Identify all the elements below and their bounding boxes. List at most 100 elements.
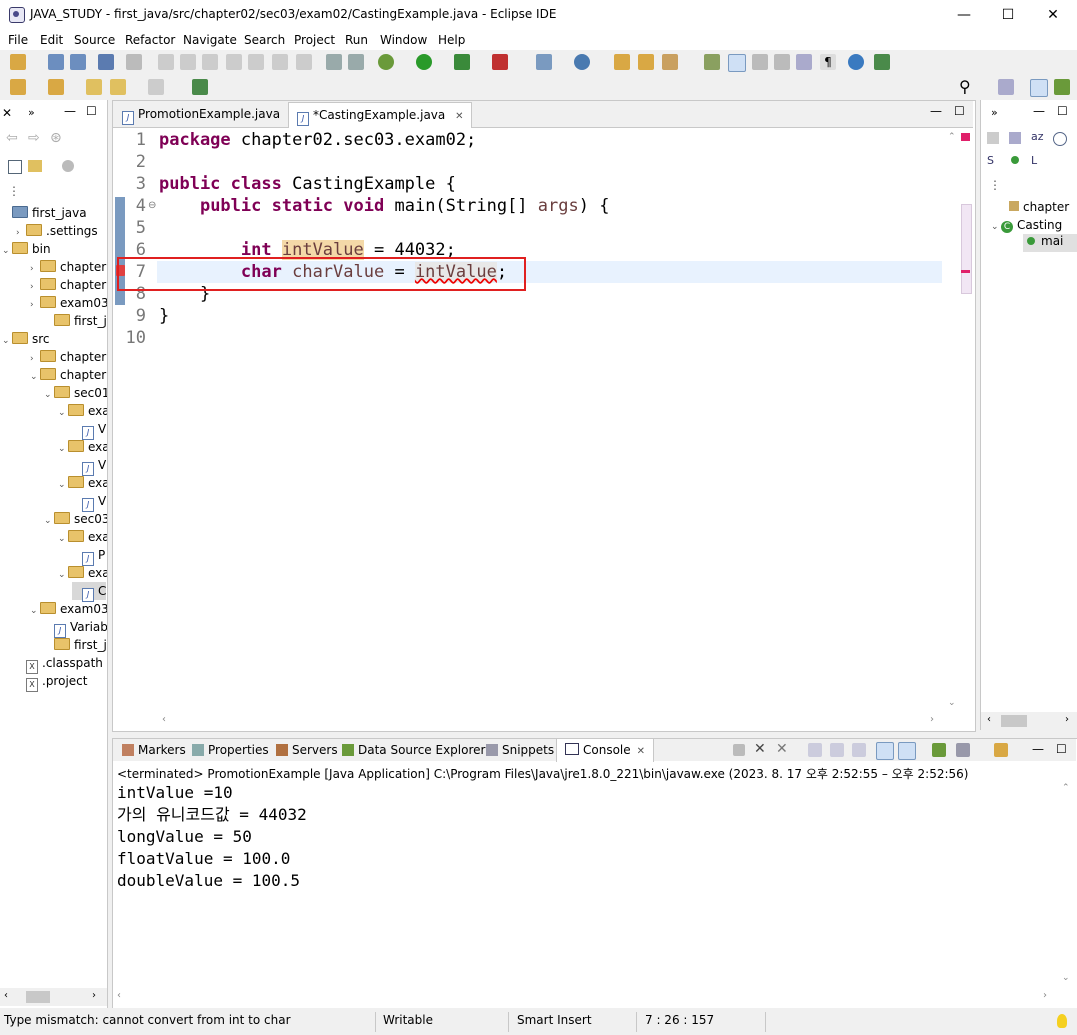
up-nav-icon[interactable]: ⊛	[50, 130, 62, 146]
tree-item[interactable]: first_java	[44, 312, 107, 330]
debug-icon[interactable]	[378, 54, 394, 70]
tree-item[interactable]: first_java	[44, 636, 107, 654]
remove-launch-icon[interactable]: ✕	[754, 741, 766, 757]
run-icon[interactable]	[416, 54, 432, 70]
show-stderr-icon[interactable]	[898, 742, 916, 760]
expand-chevron-icon[interactable]: ⌄	[44, 386, 54, 404]
close-button[interactable]: ✕	[1030, 0, 1076, 30]
display-console-icon[interactable]	[956, 743, 970, 757]
save-all-icon[interactable]	[70, 54, 86, 70]
clear-console-icon[interactable]	[808, 743, 822, 757]
new-icon[interactable]	[10, 54, 26, 70]
open-type-icon[interactable]	[614, 54, 630, 70]
breadcrumb-icon[interactable]	[796, 54, 812, 70]
expand-chevron-icon[interactable]: ⌄	[58, 476, 68, 494]
external-tools-icon[interactable]	[492, 54, 508, 70]
expand-chevron-icon[interactable]: ⌄	[2, 332, 12, 350]
suspend-icon[interactable]	[180, 54, 196, 70]
open-task-icon[interactable]	[638, 54, 654, 70]
annotation-icon[interactable]	[704, 54, 720, 70]
menu-edit[interactable]: Edit	[40, 33, 63, 47]
open-perspective-icon[interactable]	[998, 79, 1014, 95]
code-line[interactable]: }	[159, 305, 169, 327]
next-annotation-icon[interactable]	[10, 79, 26, 95]
view-menu-icon[interactable]: »	[991, 106, 998, 119]
tab-markers[interactable]: Markers	[114, 739, 194, 761]
tree-item[interactable]: › exam03	[30, 294, 107, 312]
perspective-icon[interactable]	[874, 54, 890, 70]
code-line[interactable]: package chapter02.sec03.exam02;	[159, 129, 476, 151]
back-nav-icon[interactable]: ⇦	[6, 130, 18, 146]
view-menu-icon[interactable]: »	[28, 106, 35, 119]
menu-search[interactable]: Search	[244, 33, 285, 47]
tree-item[interactable]: ⌄ exar	[58, 474, 107, 492]
collapse-outline-icon[interactable]	[987, 132, 999, 144]
tree-item[interactable]: X .project	[16, 672, 87, 692]
overview-error-icon[interactable]	[961, 133, 970, 141]
tab-snippets[interactable]: Snippets	[478, 739, 562, 761]
tree-item[interactable]: ⌄ exar	[58, 528, 107, 546]
console-hscrollbar[interactable]: ‹ ›	[113, 990, 1059, 1004]
java-perspective-icon[interactable]	[1030, 79, 1048, 97]
tips-lightbulb-icon[interactable]	[1057, 1014, 1067, 1028]
coverage-icon[interactable]	[454, 54, 470, 70]
tree-item[interactable]: ⌄ exar	[58, 564, 107, 582]
editor-vscrollbar[interactable]: ⌃ ⌄	[944, 128, 960, 715]
outline-class[interactable]: ⌄ C Casting	[991, 218, 1062, 233]
menu-file[interactable]: File	[8, 33, 28, 47]
disconnect-icon[interactable]	[226, 54, 242, 70]
view-menu-dots-icon[interactable]: ⋮	[8, 184, 20, 198]
tree-item[interactable]: JC	[72, 582, 107, 602]
expand-chevron-icon[interactable]: ›	[30, 296, 40, 314]
tree-item[interactable]: ⌄ bin	[2, 240, 51, 258]
view-close-icon[interactable]: ✕	[2, 106, 12, 120]
menu-project[interactable]: Project	[294, 33, 335, 47]
maximize-view-icon[interactable]: ☐	[86, 104, 97, 118]
debug-perspective-icon[interactable]	[1054, 79, 1070, 95]
expand-chevron-icon[interactable]: ⌄	[44, 512, 54, 530]
hide-fields-icon[interactable]	[1053, 132, 1067, 146]
browser-icon[interactable]	[848, 54, 864, 70]
menu-help[interactable]: Help	[438, 33, 465, 47]
expand-chevron-icon[interactable]: ⌄	[30, 368, 40, 386]
hide-local-types-icon[interactable]: L	[1031, 154, 1037, 167]
tree-item[interactable]: ⌄ sec01	[44, 384, 107, 402]
minimize-view-icon[interactable]: —	[64, 104, 76, 118]
tab-console[interactable]: Console ✕	[556, 738, 655, 762]
drop-to-frame-icon[interactable]	[348, 54, 364, 70]
expand-chevron-icon[interactable]: ⌄	[2, 242, 12, 260]
console-vscrollbar[interactable]: ⌃ ⌄	[1058, 783, 1074, 989]
code-line[interactable]: public class CastingExample {	[159, 173, 456, 195]
tree-item[interactable]: JVariable	[44, 618, 107, 638]
resume-icon[interactable]	[158, 54, 174, 70]
tab-close-icon[interactable]: ✕	[637, 746, 645, 757]
open-console-icon[interactable]	[994, 743, 1008, 757]
tree-item[interactable]: › .settings	[16, 222, 98, 240]
terminate-icon[interactable]	[202, 54, 218, 70]
tree-item[interactable]: first_java	[2, 204, 87, 222]
pin-console-icon[interactable]	[932, 743, 946, 757]
menu-source[interactable]: Source	[74, 33, 115, 47]
tab-properties[interactable]: Properties	[184, 739, 277, 761]
word-wrap-console-icon[interactable]	[852, 743, 866, 757]
scroll-lock-icon[interactable]	[830, 743, 844, 757]
block-selection-icon[interactable]	[752, 54, 768, 70]
previous-annotation-icon[interactable]	[48, 79, 64, 95]
tree-item[interactable]: ›chapter01	[30, 348, 107, 366]
use-step-filters-icon[interactable]	[326, 54, 342, 70]
step-return-icon[interactable]	[296, 54, 312, 70]
collapse-all-icon[interactable]	[8, 160, 22, 174]
tree-item[interactable]: ›chapter02	[30, 276, 107, 294]
view-menu-dots-icon[interactable]: ⋮	[989, 178, 1001, 192]
tree-item[interactable]: ⌄ exam03	[30, 600, 107, 618]
fold-icon[interactable]: ⊖	[148, 200, 156, 211]
editor-hscrollbar[interactable]: ‹ ›	[126, 714, 946, 728]
back-icon[interactable]	[110, 79, 126, 95]
tab-casting-example[interactable]: J *CastingExample.java ✕	[288, 102, 473, 128]
tree-item[interactable]: ⌄ sec03	[44, 510, 107, 528]
forward-nav-icon[interactable]: ⇨	[28, 130, 40, 146]
hide-nonpublic-icon[interactable]	[1011, 156, 1019, 164]
tree-item[interactable]: JV	[72, 456, 106, 476]
menu-refactor[interactable]: Refactor	[125, 33, 175, 47]
remove-all-icon[interactable]: ✕	[776, 741, 788, 757]
